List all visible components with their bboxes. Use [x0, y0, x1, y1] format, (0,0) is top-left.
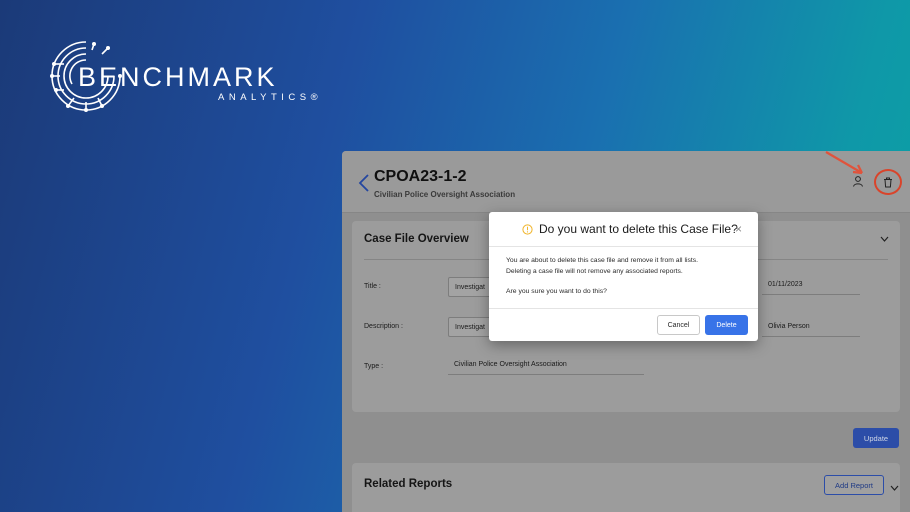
warning-icon [522, 224, 533, 235]
update-button[interactable]: Update [853, 428, 899, 448]
related-reports-panel: Related Reports Add Report [352, 463, 900, 512]
close-icon[interactable]: × [735, 222, 742, 236]
chevron-down-icon[interactable] [880, 234, 889, 245]
title-input[interactable]: Investigat [448, 277, 494, 297]
case-organization: Civilian Police Oversight Association [374, 190, 516, 199]
dialog-header: Do you want to delete this Case File? × [489, 212, 758, 247]
date-field[interactable]: 01/11/2023 [762, 275, 860, 295]
description-input[interactable]: Investigat [448, 317, 494, 337]
title-label: Title : [364, 283, 381, 290]
delete-confirm-dialog: Do you want to delete this Case File? × … [489, 212, 758, 341]
dialog-question: Are you sure you want to do this? [506, 288, 607, 295]
back-button[interactable] [358, 173, 372, 193]
related-reports-title: Related Reports [364, 478, 453, 490]
chevron-left-icon [358, 174, 369, 192]
dialog-footer: Cancel Delete [489, 308, 758, 341]
benchmark-logo: BENCHMARK ANALYTICS® [46, 36, 346, 116]
dialog-body: You are about to delete this case file a… [506, 256, 746, 298]
dialog-title: Do you want to delete this Case File? [539, 222, 738, 236]
description-label: Description : [364, 323, 403, 330]
brand-subtitle: ANALYTICS® [218, 92, 323, 103]
assignee-field[interactable]: Olivia Person [762, 317, 860, 337]
trash-icon [884, 177, 892, 187]
type-field[interactable]: Civilian Police Oversight Association [448, 355, 644, 375]
add-report-button[interactable]: Add Report [824, 475, 884, 495]
type-label: Type : [364, 363, 384, 370]
dialog-message-line1: You are about to delete this case file a… [506, 257, 699, 264]
cancel-button[interactable]: Cancel [657, 315, 700, 335]
chevron-down-icon[interactable] [890, 483, 899, 494]
overview-title: Case File Overview [364, 233, 469, 245]
delete-button[interactable]: Delete [705, 315, 748, 335]
case-id-title: CPOA23-1-2 [374, 168, 467, 185]
dialog-message-line2: Deleting a case file will not remove any… [506, 267, 683, 275]
brand-name: BENCHMARK [78, 62, 278, 92]
annotation-arrow [825, 151, 863, 175]
